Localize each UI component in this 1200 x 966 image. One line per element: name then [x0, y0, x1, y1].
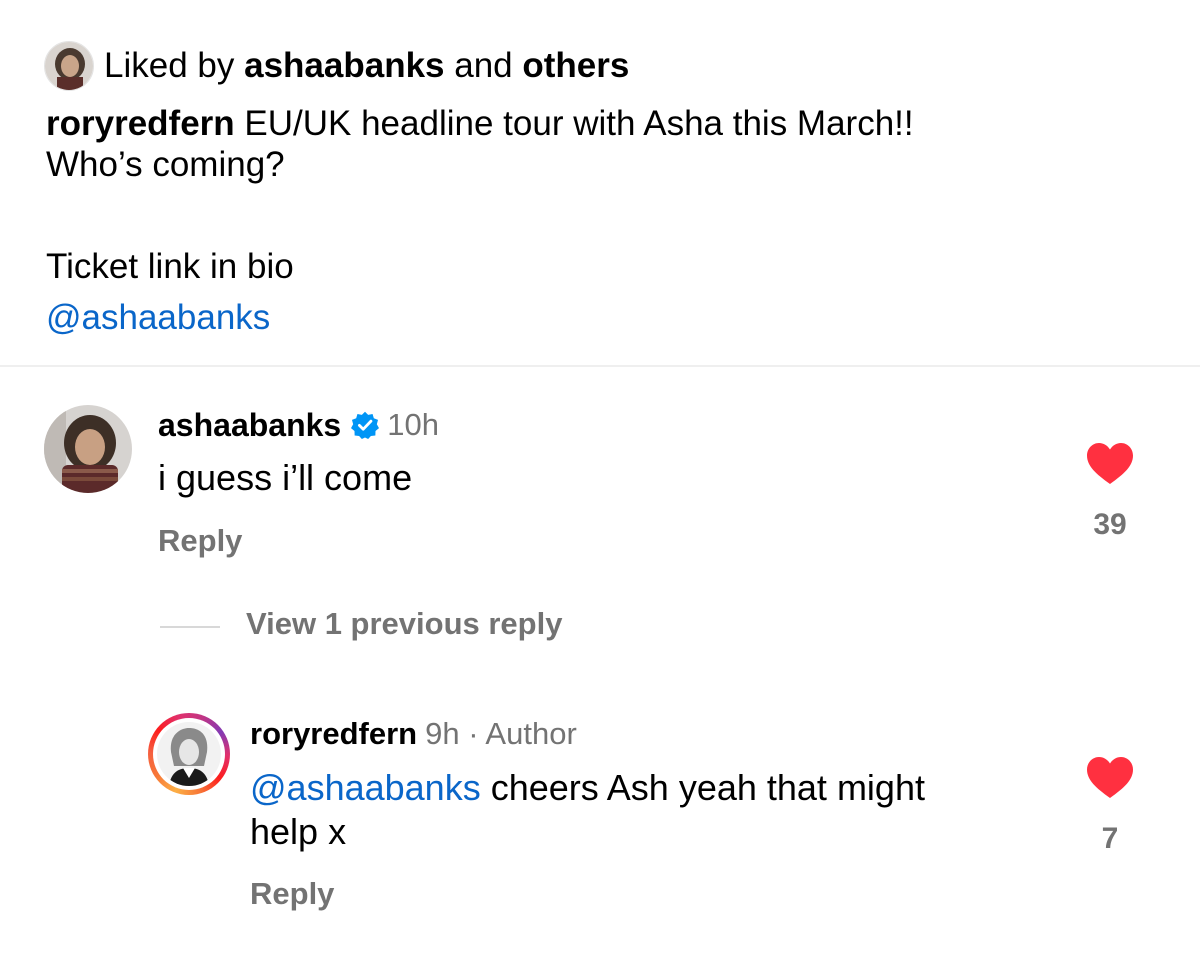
comment-header: ashaabanks 10h	[158, 404, 439, 446]
reply-text-line2: help x	[250, 811, 347, 852]
caption-mention-link[interactable]: @ashaabanks	[46, 298, 270, 337]
view-previous-replies-button[interactable]: View 1 previous reply	[246, 606, 562, 642]
comment-timestamp: 10h	[387, 407, 439, 442]
reply-like-count: 7	[1101, 822, 1119, 855]
reply-timestamp-author: 9h · Author	[425, 716, 577, 751]
caption-author-link[interactable]: roryredfern	[46, 104, 235, 143]
liked-by-others-link[interactable]: others	[522, 46, 629, 85]
verified-badge-icon	[351, 411, 380, 439]
comment-reply-button[interactable]: Reply	[158, 523, 242, 559]
caption-text-line1: EU/UK headline tour with Asha this March…	[244, 104, 914, 143]
comment-like-count: 39	[1093, 508, 1127, 541]
liked-by-avatar	[44, 41, 94, 91]
reply-avatar-story-ring[interactable]	[148, 713, 230, 795]
view-replies-line	[160, 626, 220, 628]
post-caption: roryredfern EU/UK headline tour with Ash…	[46, 103, 1166, 185]
caption-text-line3: Ticket link in bio	[46, 247, 294, 286]
liked-by-prefix: Liked by	[104, 46, 235, 85]
reply-mention-link[interactable]: @ashaabanks	[250, 767, 481, 808]
liked-by-connector: and	[454, 46, 513, 85]
reply-text: @ashaabanks cheers Ash yeah that might h…	[250, 766, 1030, 854]
caption-text-line2: Who’s coming?	[46, 145, 285, 184]
liked-by-row[interactable]: Liked by ashaabanks and others	[44, 40, 629, 92]
reply-username-link[interactable]: roryredfern	[250, 716, 417, 752]
section-divider	[0, 365, 1200, 367]
comment-username-link[interactable]: ashaabanks	[158, 407, 341, 444]
comments-screen: Liked by ashaabanks and others roryredfe…	[0, 0, 1200, 966]
reply-avatar	[157, 722, 221, 786]
reply-header: roryredfern 9h · Author	[250, 714, 577, 754]
heart-filled-icon[interactable]	[1086, 756, 1134, 800]
heart-filled-icon[interactable]	[1086, 442, 1134, 486]
comment-text: i guess i’ll come	[158, 457, 413, 498]
comment-avatar[interactable]	[44, 405, 132, 493]
reply-reply-button[interactable]: Reply	[250, 876, 334, 912]
liked-by-user-link[interactable]: ashaabanks	[244, 46, 444, 85]
reply-text-line1: cheers Ash yeah that might	[490, 767, 925, 808]
